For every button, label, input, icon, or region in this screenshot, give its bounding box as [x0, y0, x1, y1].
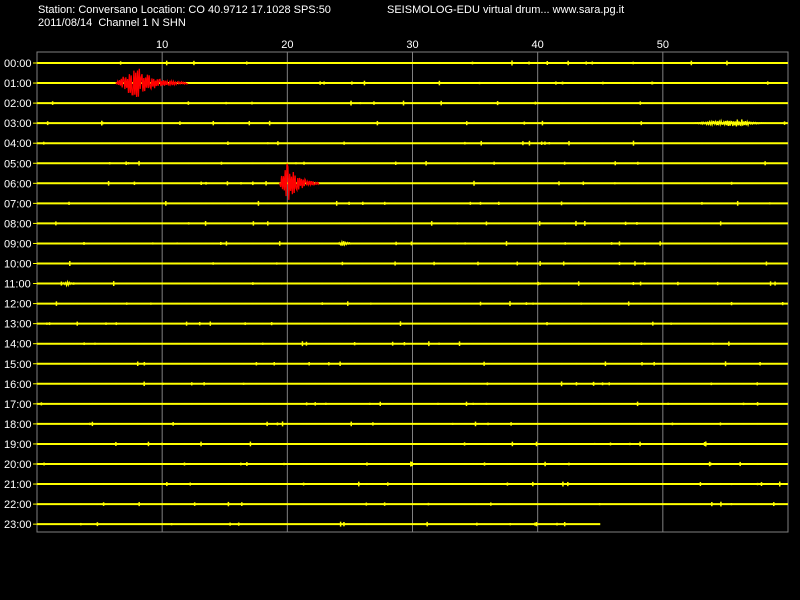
event-0300-1 — [692, 118, 766, 128]
seismogram-drum-chart: 10 20 30 40 50 00:00 01:00 02:00 03:00 04:00 05:00… — [4, 39, 789, 533]
row-label-1000: 10:00 — [4, 259, 32, 271]
event-0600-2 — [278, 163, 320, 200]
row-label-1100: 11:00 — [4, 279, 31, 291]
row-label-1200: 12:00 — [4, 299, 32, 311]
row-label-1500: 15:00 — [4, 359, 32, 371]
x-tick-label-40: 40 — [532, 39, 544, 51]
row-label-1900: 19:00 — [4, 439, 32, 451]
x-tick-label-20: 20 — [281, 39, 293, 51]
row-label-1300: 13:00 — [4, 319, 32, 331]
event-1100-4 — [61, 279, 74, 288]
event-0100-0 — [115, 68, 188, 98]
row-label-0000: 00:00 — [4, 58, 32, 70]
row-label-1600: 16:00 — [4, 379, 32, 391]
x-tick-label-30: 30 — [406, 39, 418, 51]
row-label-0700: 07:00 — [4, 198, 32, 210]
row-label-2100: 21:00 — [4, 479, 32, 491]
event-0900-3 — [336, 239, 353, 247]
row-label-2000: 20:00 — [4, 459, 32, 471]
row-label-0900: 09:00 — [4, 238, 32, 250]
row-label-0200: 02:00 — [4, 98, 32, 110]
row-label-0300: 03:00 — [4, 118, 32, 130]
row-label-0600: 06:00 — [4, 178, 32, 190]
row-label-1700: 17:00 — [4, 399, 32, 411]
row-label-2300: 23:00 — [4, 519, 32, 531]
row-label-0100: 01:00 — [4, 78, 32, 90]
row-label-0500: 05:00 — [4, 158, 32, 170]
row-label-0400: 04:00 — [4, 138, 32, 150]
x-tick-label-50: 50 — [657, 39, 669, 51]
x-tick-label-10: 10 — [156, 39, 168, 51]
row-label-1400: 14:00 — [4, 339, 32, 351]
row-label-0800: 08:00 — [4, 218, 32, 230]
row-label-2200: 22:00 — [4, 499, 32, 511]
row-label-1800: 18:00 — [4, 419, 32, 431]
